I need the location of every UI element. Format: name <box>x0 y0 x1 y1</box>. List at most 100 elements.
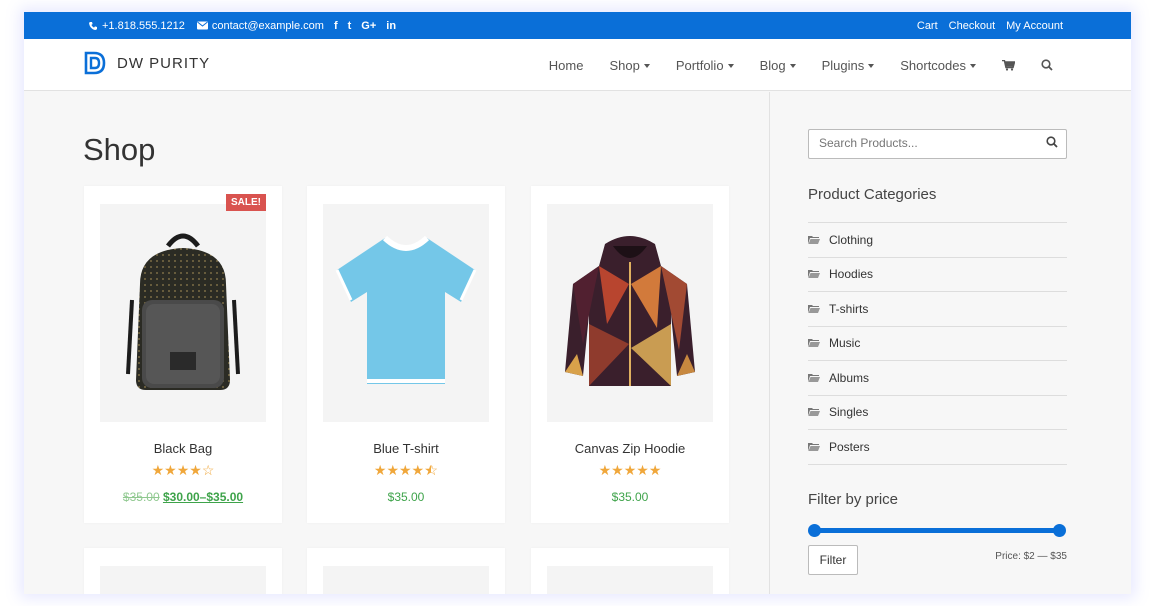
product-name[interactable]: Canvas Zip Hoodie <box>531 441 729 456</box>
twitter-icon[interactable]: t <box>348 20 352 32</box>
nav-blog[interactable]: Blog <box>760 58 796 73</box>
product-card[interactable] <box>84 548 282 594</box>
folder-icon <box>808 339 820 348</box>
category-hoodies[interactable]: Hoodies <box>808 258 1067 292</box>
star-rating: ★★★★★ <box>531 462 729 479</box>
chevron-down-icon <box>868 63 875 68</box>
price-slider-min-handle[interactable] <box>808 524 821 537</box>
product-image[interactable] <box>547 566 713 594</box>
linkedin-icon[interactable]: in <box>386 20 396 32</box>
site-logo[interactable]: DW PURITY <box>83 50 210 76</box>
cart-link[interactable]: Cart <box>917 20 938 32</box>
filter-heading: Filter by price <box>808 491 899 508</box>
browser-frame: +1.818.555.1212 contact@example.com f t … <box>24 12 1131 594</box>
google-plus-icon[interactable]: G+ <box>361 20 376 32</box>
product-card[interactable] <box>531 548 729 594</box>
category-label: Clothing <box>829 232 874 247</box>
category-label: Albums <box>829 370 870 385</box>
nav-plugins-label: Plugins <box>821 57 865 73</box>
search-icon[interactable] <box>1046 136 1058 148</box>
cart-icon[interactable] <box>1002 59 1015 71</box>
product-image-blue-tshirt[interactable] <box>323 204 489 422</box>
price-slider[interactable] <box>808 524 1066 537</box>
chevron-down-icon <box>970 63 976 68</box>
nav-shop[interactable]: Shop <box>609 57 650 73</box>
product-image[interactable] <box>323 566 489 594</box>
price-slider-max-handle[interactable] <box>1053 524 1066 537</box>
product-price: $35.00 <box>611 490 649 504</box>
nav-shortcodes[interactable]: Shortcodes <box>900 58 976 73</box>
star-icon: ★★★★ <box>373 462 425 478</box>
product-price: $35.00 $30.00–$35.00 <box>84 490 282 504</box>
top-bar: +1.818.555.1212 contact@example.com f t … <box>24 12 1131 39</box>
category-label: Singles <box>829 405 869 420</box>
product-card[interactable] <box>307 548 505 594</box>
chevron-down-icon <box>727 63 734 68</box>
nav-shortcodes-label: Shortcodes <box>900 57 966 73</box>
nav-portfolio[interactable]: Portfolio <box>676 58 734 73</box>
star-rating: ★★★★☆ <box>84 462 282 479</box>
category-label: T-shirts <box>829 301 869 316</box>
product-search <box>808 129 1067 159</box>
category-tshirts[interactable]: T-shirts <box>808 292 1067 327</box>
facebook-icon[interactable]: f <box>334 20 338 32</box>
folder-icon <box>808 270 820 279</box>
folder-icon <box>808 235 820 244</box>
price-range-label: Price: $2 — $35 <box>995 551 1067 562</box>
nav-plugins[interactable]: Plugins <box>822 58 875 73</box>
product-name[interactable]: Blue T-shirt <box>307 441 505 456</box>
logo-text: DW PURITY <box>117 54 211 72</box>
categories-heading: Product Categories <box>808 186 937 203</box>
folder-icon <box>808 304 820 313</box>
nav-home[interactable]: Home <box>549 58 584 73</box>
category-clothing[interactable]: Clothing <box>808 223 1067 258</box>
filter-button[interactable]: Filter <box>808 545 858 575</box>
category-posters[interactable]: Posters <box>808 430 1067 465</box>
star-half-icon: ★ <box>424 462 432 478</box>
category-label: Hoodies <box>829 267 874 282</box>
category-music[interactable]: Music <box>808 327 1067 361</box>
main-nav: Home Shop Portfolio Blog Plugins Shortco… <box>549 39 1053 91</box>
my-account-link[interactable]: My Account <box>1006 20 1063 32</box>
email-link[interactable]: contact@example.com <box>196 20 324 32</box>
star-empty-icon: ☆ <box>201 462 215 478</box>
product-card-black-bag[interactable]: SALE! Black Bag ★★★★☆ $35.00 $30.00–$35.… <box>84 186 282 523</box>
product-image[interactable] <box>100 566 266 594</box>
category-list: Clothing Hoodies T-shirts Music Albums S… <box>808 222 1067 465</box>
phone-number: +1.818.555.1212 <box>102 19 185 32</box>
folder-icon <box>808 373 820 382</box>
product-card-blue-tshirt[interactable]: Blue T-shirt ★★★★★☆ $35.00 <box>307 186 505 523</box>
folder-icon <box>808 442 820 451</box>
chevron-down-icon <box>789 63 796 68</box>
nav-shop-label: Shop <box>609 57 640 73</box>
star-empty-icon: ☆ <box>431 462 439 478</box>
sale-price: $30.00–$35.00 <box>162 490 244 504</box>
star-icon: ★★★★ <box>151 462 202 478</box>
product-name[interactable]: Black Bag <box>84 441 282 456</box>
chevron-down-icon <box>643 63 650 68</box>
nav-blog-label: Blog <box>759 57 786 73</box>
nav-home-label: Home <box>548 57 584 73</box>
checkout-link[interactable]: Checkout <box>949 20 995 32</box>
old-price: $35.00 <box>122 490 160 504</box>
product-price: $35.00 <box>387 490 425 504</box>
search-input[interactable] <box>819 136 1039 150</box>
folder-icon <box>808 408 820 417</box>
logo-icon <box>84 51 106 75</box>
shop-sidebar: Product Categories Clothing Hoodies T-sh… <box>769 92 1131 594</box>
product-card-canvas-zip-hoodie[interactable]: Canvas Zip Hoodie ★★★★★ $35.00 <box>531 186 729 523</box>
product-image-hoodie[interactable] <box>547 204 713 422</box>
search-icon[interactable] <box>1041 59 1053 71</box>
backpack-image <box>126 233 240 390</box>
hoodie-image <box>565 236 695 386</box>
product-image-black-bag[interactable] <box>100 204 266 422</box>
category-singles[interactable]: Singles <box>808 396 1067 430</box>
phone-link[interactable]: +1.818.555.1212 <box>88 20 185 32</box>
site-header: DW PURITY Home Shop Portfolio Blog Plugi… <box>24 39 1131 91</box>
envelope-icon <box>196 21 208 30</box>
category-albums[interactable]: Albums <box>808 361 1067 396</box>
category-label: Music <box>829 336 861 351</box>
phone-icon <box>89 21 97 30</box>
nav-portfolio-label: Portfolio <box>675 57 724 73</box>
shop-content: Shop SALE! Black Bag ★★★★☆ $35.00 $30.00… <box>24 92 769 594</box>
